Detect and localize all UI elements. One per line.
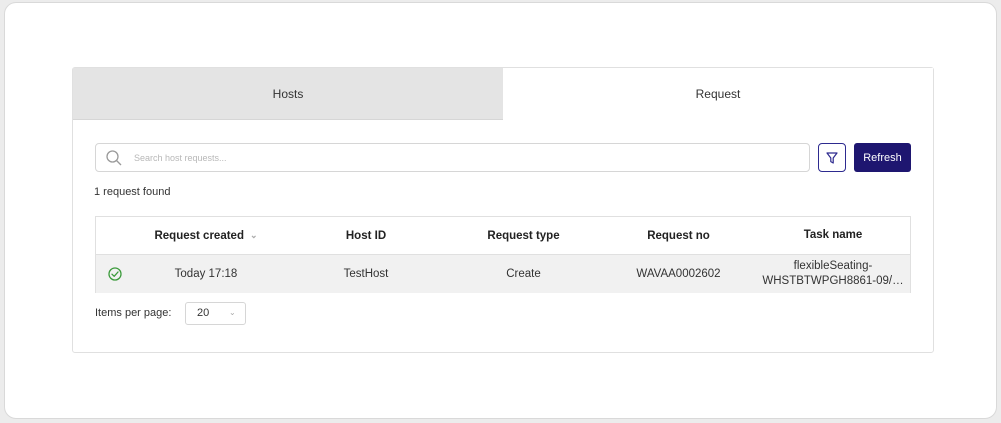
header-task-name: Task name: [803, 229, 863, 241]
requests-table: Request created ⌄ Host ID Request type R…: [95, 216, 911, 293]
task-name-line-2: WHSTBTWPGH8861-09/…: [762, 275, 904, 287]
items-per-page-select[interactable]: 20 ⌄: [185, 302, 246, 325]
header-request-type: Request type: [487, 229, 560, 242]
tab-bar: Hosts Request: [73, 68, 933, 120]
header-label: Request created: [154, 229, 244, 242]
refresh-button[interactable]: Refresh: [854, 143, 911, 172]
cell-task-name: flexibleSeating- WHSTBTWPGH8861-09/…: [756, 255, 910, 293]
task-name-line-1: flexibleSeating-: [793, 260, 873, 272]
search-input[interactable]: [134, 148, 794, 168]
check-circle-icon: [108, 267, 122, 281]
tab-request[interactable]: Request: [503, 68, 933, 120]
header-request-no: Request no: [647, 229, 710, 242]
sort-chevron-icon[interactable]: ⌄: [250, 230, 258, 241]
cell-request-created: Today 17:18: [174, 268, 238, 280]
tab-hosts[interactable]: Hosts: [73, 68, 503, 120]
cell-request-type: Create: [506, 268, 541, 280]
items-per-page-value: 20: [197, 307, 210, 319]
filter-button[interactable]: [818, 143, 846, 172]
table-header: Request created ⌄ Host ID Request type R…: [96, 217, 910, 255]
status-cell: [96, 255, 126, 293]
search-box[interactable]: [95, 143, 810, 172]
header-host-id: Host ID: [345, 229, 387, 242]
cell-host-id: TestHost: [343, 268, 389, 280]
results-count: 1 request found: [94, 186, 171, 198]
chevron-down-icon: ⌄: [229, 308, 236, 317]
table-row[interactable]: Today 17:18 TestHost Create WAVAA0002602…: [96, 255, 910, 293]
header-request-created[interactable]: Request created ⌄: [126, 217, 286, 254]
header-status: [96, 217, 126, 254]
cell-request-no: WAVAA0002602: [636, 268, 721, 280]
filter-icon: [826, 151, 838, 164]
requests-panel: Hosts Request Refresh 1 request found Re…: [72, 67, 934, 353]
items-per-page-label: Items per page:: [95, 307, 172, 319]
search-icon: [106, 150, 122, 166]
app-frame: Hosts Request Refresh 1 request found Re…: [4, 2, 997, 419]
